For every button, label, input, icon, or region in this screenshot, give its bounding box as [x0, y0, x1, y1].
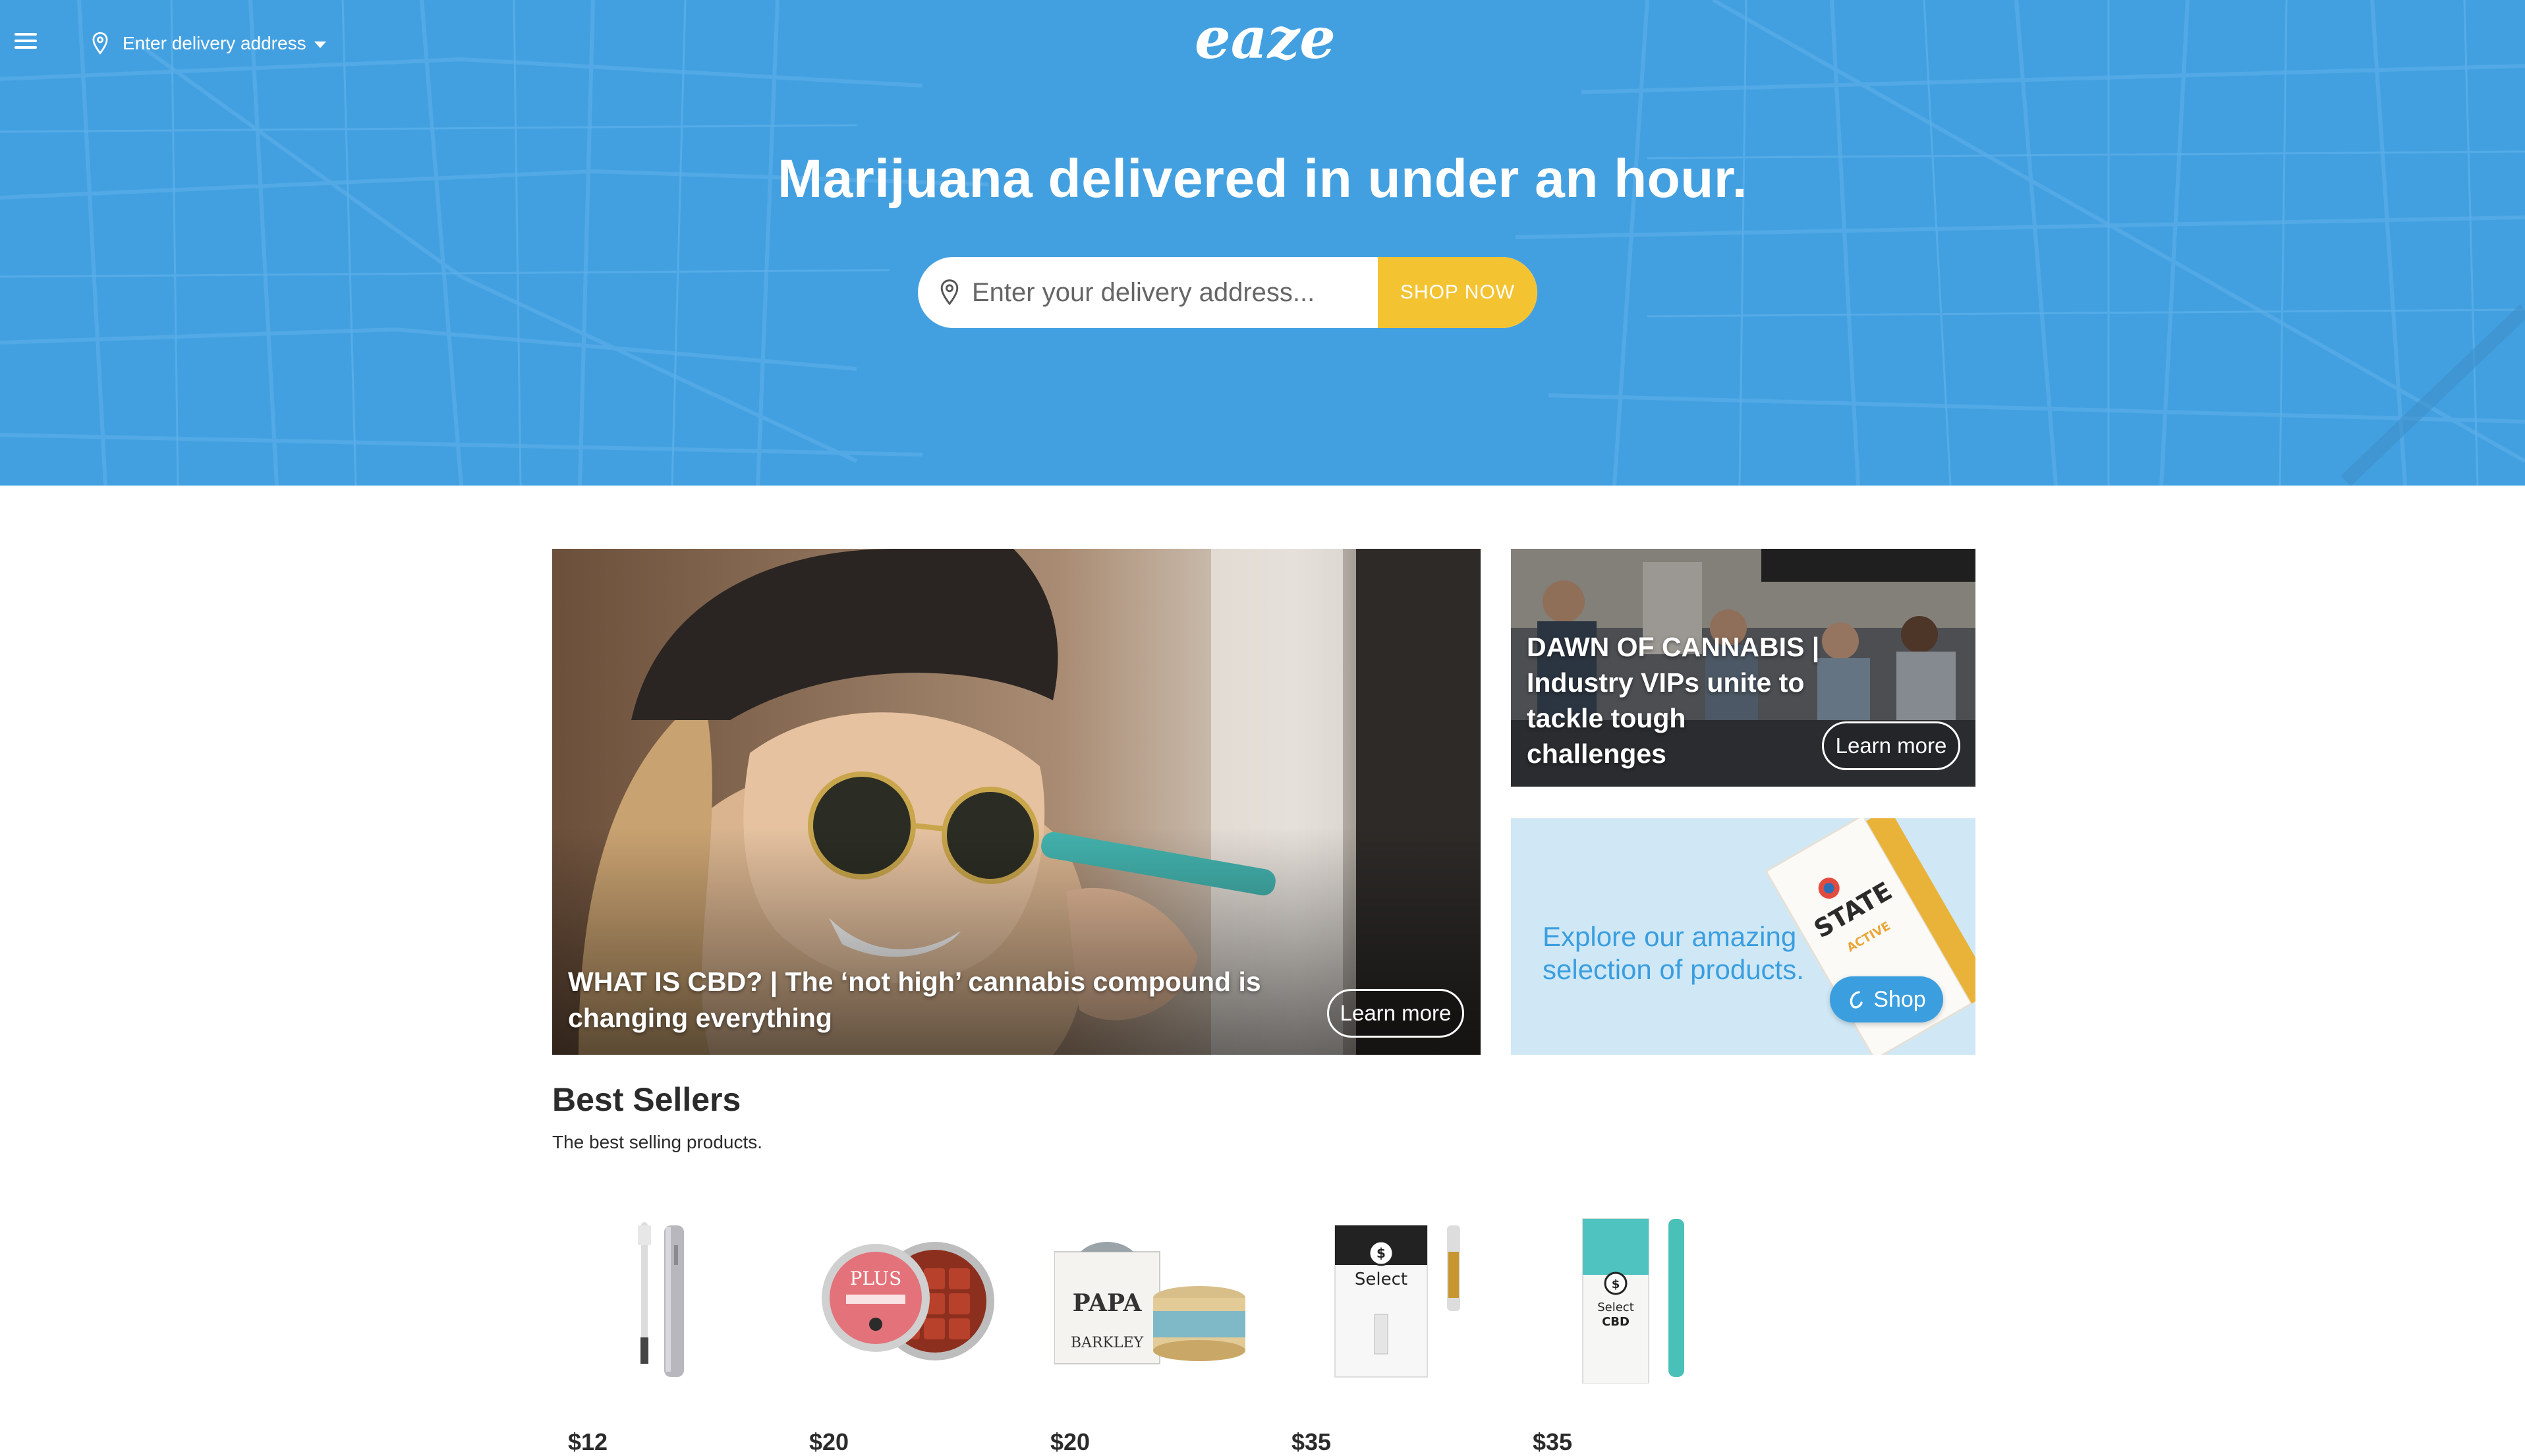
select-cbd-pen-image: $ Select CBD — [1582, 1218, 1684, 1384]
product-card[interactable]: $12 — [552, 1199, 776, 1455]
hamburger-menu-icon[interactable] — [14, 33, 37, 51]
product-card[interactable]: PAPA BARKLEY $20 — [1035, 1199, 1259, 1455]
promo-card-cbd[interactable]: WHAT IS CBD? | The ‘not high’ cannabis c… — [552, 549, 1481, 1055]
hero-banner: Enter delivery address eaze Marijuana de… — [0, 0, 2525, 486]
svg-text:PLUS: PLUS — [850, 1268, 902, 1289]
delivery-address-input[interactable] — [964, 257, 1378, 328]
svg-text:$: $ — [1376, 1245, 1386, 1261]
svg-text:eaze: eaze — [1195, 7, 1336, 72]
hero-headline: Marijuana delivered in under an hour. — [777, 149, 1748, 209]
shop-button[interactable]: Shop — [1830, 976, 1943, 1022]
papa-barkley-balm-image: PAPA BARKLEY — [1054, 1242, 1245, 1364]
product-price: $20 — [1050, 1428, 1091, 1455]
select-elite-cartridge-image: $ Select — [1334, 1225, 1460, 1378]
chevron-down-icon — [314, 42, 326, 48]
best-sellers-list: $12 PLUS $20 PAPA BARKLEY $20 $ Select $… — [552, 1199, 1765, 1455]
product-price: $20 — [809, 1428, 849, 1455]
svg-text:CBD: CBD — [1602, 1315, 1630, 1329]
delivery-address-dropdown[interactable]: Enter delivery address — [91, 32, 326, 55]
shop-now-button[interactable]: SHOP NOW — [1378, 257, 1537, 328]
promo-card-shop[interactable]: STATE ACTIVE Explore our amazing selecti… — [1511, 818, 1975, 1055]
address-search-bar: SHOP NOW — [918, 257, 1537, 328]
promo-title-cbd: WHAT IS CBD? | The ‘not high’ cannabis c… — [568, 966, 1261, 1033]
shop-promo-text: Explore our amazing selection of product… — [1543, 921, 1804, 985]
svg-text:PAPA: PAPA — [1073, 1289, 1143, 1317]
learn-more-button[interactable]: Learn more — [1327, 989, 1464, 1038]
location-pin-icon — [92, 32, 108, 55]
svg-text:Select: Select — [1355, 1270, 1407, 1289]
svg-text:$: $ — [1612, 1277, 1620, 1291]
product-price: $35 — [1291, 1428, 1332, 1455]
svg-text:BARKLEY: BARKLEY — [1071, 1335, 1144, 1351]
product-price: $12 — [568, 1428, 608, 1455]
plus-gummies-tin-image: PLUS — [822, 1242, 994, 1360]
product-price: $35 — [1533, 1428, 1573, 1455]
product-card[interactable]: PLUS $20 — [793, 1199, 1017, 1455]
city-map-background — [0, 0, 2525, 486]
shop-button-label: Shop — [1873, 986, 1926, 1012]
eaze-logo[interactable]: eaze — [1193, 7, 1338, 72]
best-sellers-subtitle: The best selling products. — [552, 1132, 763, 1152]
eaze-e-icon — [1850, 991, 1863, 1009]
learn-more-button[interactable]: Learn more — [1822, 721, 1960, 770]
delivery-address-label: Enter delivery address — [123, 33, 306, 53]
promo-card-dawn-of-cannabis[interactable]: DAWN OF CANNABIS | Industry VIPs unite t… — [1511, 549, 1975, 787]
svg-text:Select: Select — [1597, 1301, 1634, 1314]
product-card[interactable]: $ Select CBD $35 — [1517, 1199, 1741, 1455]
best-sellers-title: Best Sellers — [552, 1081, 741, 1118]
vape-battery-image — [638, 1222, 684, 1377]
product-card[interactable]: $ Select $35 — [1276, 1199, 1500, 1455]
promo-title-dawn-of-cannabis: DAWN OF CANNABIS | Industry VIPs unite t… — [1527, 632, 1820, 769]
